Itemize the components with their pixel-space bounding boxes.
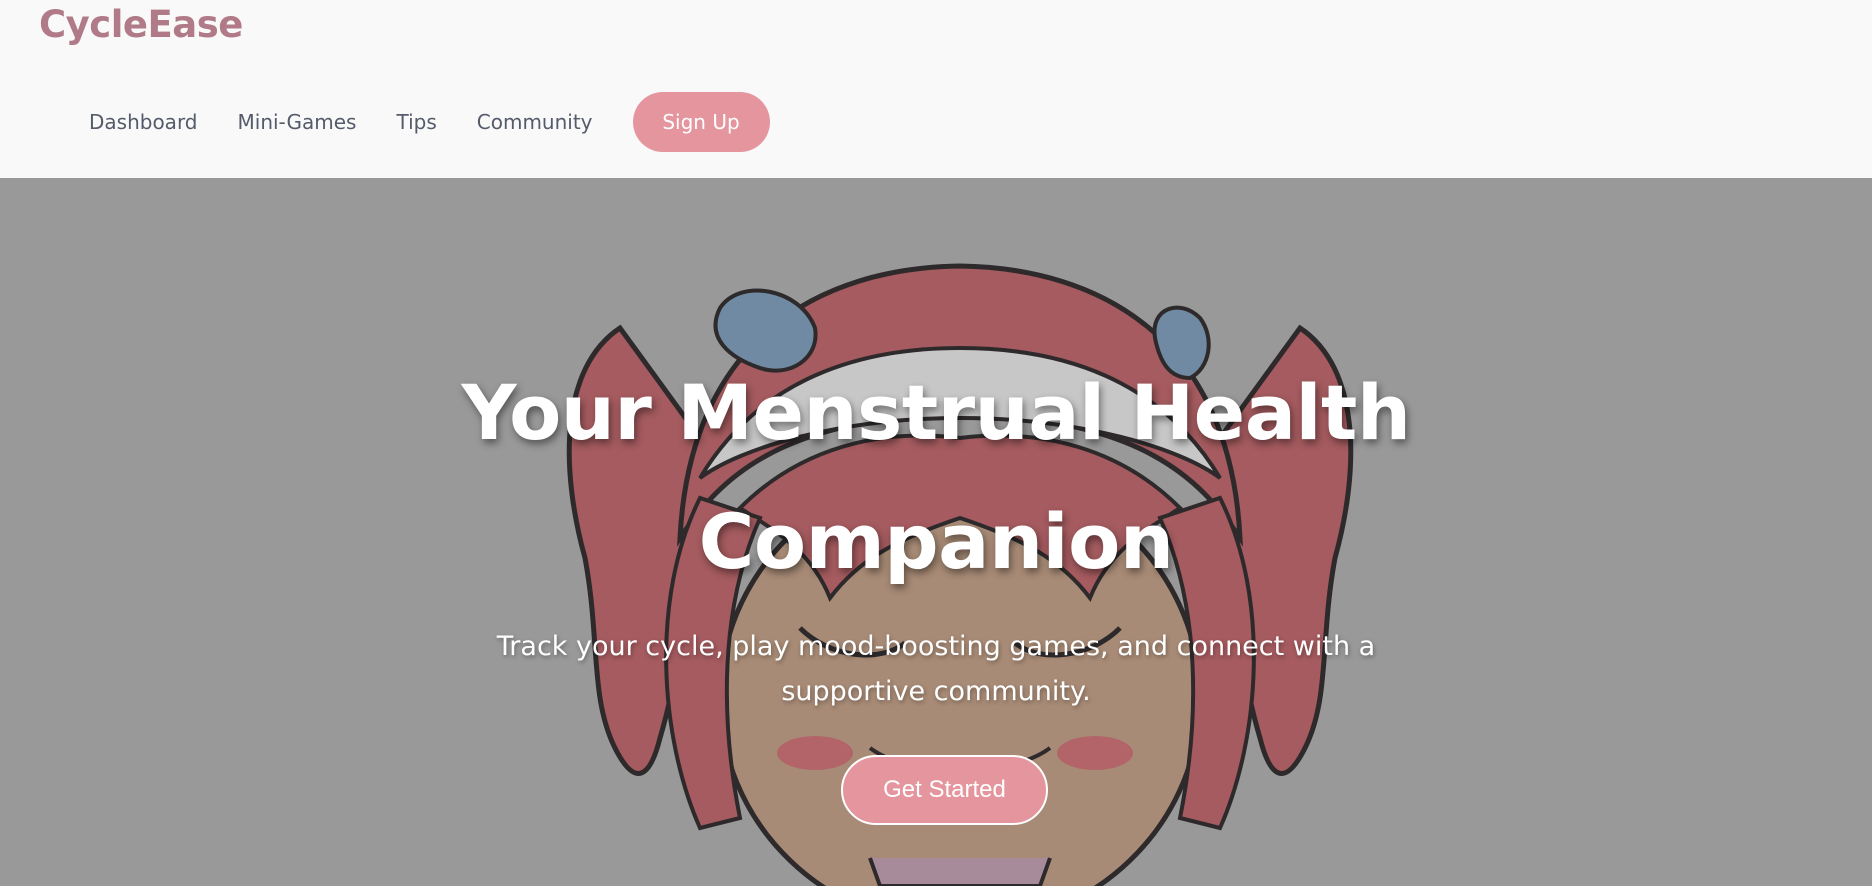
hero-title-line-1: Your Menstrual Health [461, 368, 1411, 457]
nav-tips[interactable]: Tips [396, 110, 436, 134]
hero-title: Your Menstrual Health Companion [436, 348, 1436, 606]
nav-dashboard[interactable]: Dashboard [89, 110, 198, 134]
get-started-button[interactable]: Get Started [841, 755, 1048, 825]
nav-mini-games[interactable]: Mini-Games [238, 110, 357, 134]
hero-subtitle: Track your cycle, play mood-boosting gam… [466, 624, 1406, 714]
hero-subtitle-line-1: Track your cycle, play mood-boosting gam… [496, 631, 1376, 662]
hero-section: Your Menstrual Health Companion Track yo… [0, 178, 1872, 886]
main-nav: Dashboard Mini-Games Tips Community Sign… [89, 92, 770, 152]
sign-up-button[interactable]: Sign Up [632, 92, 770, 152]
logo[interactable]: CycleEase [39, 3, 243, 46]
nav-community[interactable]: Community [477, 110, 593, 134]
site-header: CycleEase Dashboard Mini-Games Tips Comm… [0, 0, 1872, 178]
hero-subtitle-line-2: supportive community. [781, 676, 1091, 707]
hero-title-line-2: Companion [698, 497, 1174, 586]
